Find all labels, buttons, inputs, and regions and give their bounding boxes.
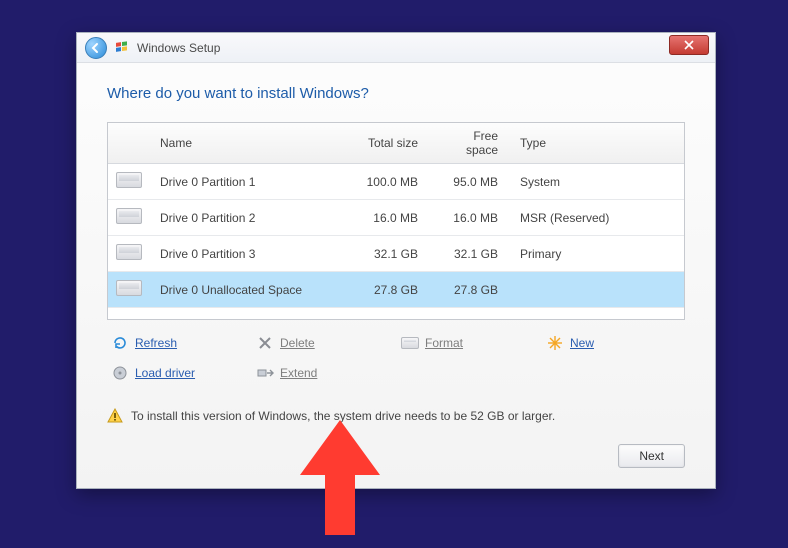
cell-name: Drive 0 Partition 1 [152,164,352,200]
refresh-icon [111,334,129,352]
warning-row: To install this version of Windows, the … [107,408,685,424]
warning-text: To install this version of Windows, the … [131,409,555,423]
table-row[interactable]: Drive 0 Partition 332.1 GB32.1 GBPrimary [108,236,684,272]
cell-free: 32.1 GB [432,236,512,272]
new-action[interactable]: New [546,334,681,352]
close-button[interactable] [669,35,709,55]
cell-total: 16.0 MB [352,200,432,236]
cell-type: System [512,164,684,200]
refresh-action[interactable]: Refresh [111,334,246,352]
extend-icon [256,364,274,382]
col-total[interactable]: Total size [352,123,432,164]
delete-icon [256,334,274,352]
new-icon [546,334,564,352]
cell-type: MSR (Reserved) [512,200,684,236]
disk-icon [116,172,142,188]
format-icon [401,334,419,352]
page-heading: Where do you want to install Windows? [107,85,685,102]
col-type[interactable]: Type [512,123,684,164]
delete-action[interactable]: Delete [256,334,391,352]
disk-icon [116,280,142,296]
drive-table: Name Total size Free space Type Drive 0 … [108,123,684,308]
cell-name: Drive 0 Partition 2 [152,200,352,236]
cell-free: 95.0 MB [432,164,512,200]
dialog-footer: Next [107,444,685,468]
cell-total: 27.8 GB [352,272,432,308]
cell-free: 27.8 GB [432,272,512,308]
drive-table-frame: Name Total size Free space Type Drive 0 … [107,122,685,320]
back-arrow-icon [90,42,102,54]
load-driver-icon [111,364,129,382]
cell-type: Primary [512,236,684,272]
windows-flag-icon [115,40,131,56]
table-row[interactable]: Drive 0 Unallocated Space27.8 GB27.8 GB [108,272,684,308]
disk-icon [116,244,142,260]
disk-icon [116,208,142,224]
format-action[interactable]: Format [401,334,536,352]
content-area: Where do you want to install Windows? Na… [77,63,715,488]
warning-icon [107,408,123,424]
table-row[interactable]: Drive 0 Partition 216.0 MB16.0 MBMSR (Re… [108,200,684,236]
col-free[interactable]: Free space [432,123,512,164]
load-driver-action[interactable]: Load driver [111,364,246,382]
cell-total: 32.1 GB [352,236,432,272]
extend-action[interactable]: Extend [256,364,391,382]
drive-actions: Refresh Delete Format New Load driver Ex… [107,334,685,382]
windows-setup-dialog: Windows Setup Where do you want to insta… [76,32,716,489]
back-button[interactable] [85,37,107,59]
table-header-row: Name Total size Free space Type [108,123,684,164]
titlebar: Windows Setup [77,33,715,63]
window-title: Windows Setup [137,41,220,55]
cell-type [512,272,684,308]
table-row[interactable]: Drive 0 Partition 1100.0 MB95.0 MBSystem [108,164,684,200]
cell-name: Drive 0 Unallocated Space [152,272,352,308]
cell-free: 16.0 MB [432,200,512,236]
next-button[interactable]: Next [618,444,685,468]
cell-total: 100.0 MB [352,164,432,200]
cell-name: Drive 0 Partition 3 [152,236,352,272]
col-name[interactable]: Name [152,123,352,164]
close-icon [684,40,694,50]
